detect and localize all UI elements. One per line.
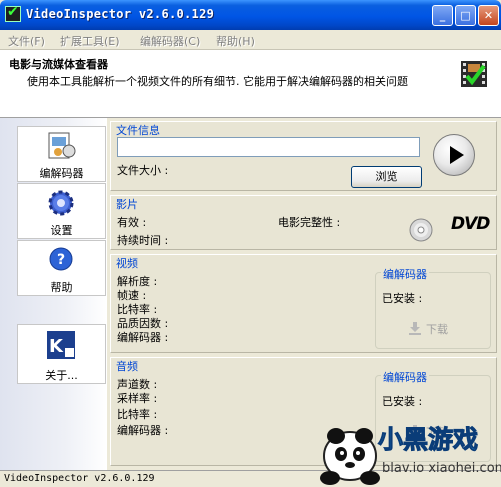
audio-bitrate-label: 比特率 : <box>117 408 158 421</box>
minimize-button[interactable]: _ <box>432 5 453 26</box>
download-icon <box>409 322 421 335</box>
audio-codec-label: 编解码器 : <box>117 424 169 437</box>
site-watermark: 小黑游戏 blav.io xiaohei.com <box>320 425 501 485</box>
duration-label: 持续时间 : <box>117 234 169 247</box>
sample-rate-label: 采样率 : <box>117 392 158 405</box>
title-bar[interactable]: VideoInspector v2.6.0.129 _ □ ✕ <box>0 0 501 30</box>
group-title: 编解码器 <box>381 266 429 282</box>
menu-extensions[interactable]: 扩展工具(E) <box>60 33 120 49</box>
sidebar-item-settings[interactable]: 设置 <box>17 183 106 239</box>
section-title: 文件信息 <box>116 122 162 138</box>
file-path-input[interactable] <box>117 137 420 157</box>
group-title: 编解码器 <box>381 369 429 385</box>
menu-file[interactable]: 文件(F) <box>8 33 45 49</box>
video-codec-group: 编解码器 已安装 : 下载 <box>375 266 491 349</box>
app-icon <box>5 4 21 22</box>
movie-section: 影片 有效 : 持续时间 : 电影完整性 : DVD <box>110 195 497 250</box>
gear-icon <box>48 190 74 216</box>
menu-bar: 文件(F) 扩展工具(E) 编解码器(C) 帮助(H) <box>0 30 501 50</box>
sidebar-item-codecs[interactable]: 编解码器 <box>17 126 106 182</box>
close-button[interactable]: ✕ <box>478 5 499 26</box>
svg-text:K: K <box>49 336 64 357</box>
section-title: 影片 <box>116 196 140 212</box>
download-label: 下载 <box>426 323 448 336</box>
video-section: 视频 解析度 : 帧速 : 比特率 : 品质因数 : 编解码器 : 编解码器 已… <box>110 254 497 353</box>
file-info-section: 文件信息 文件大小 : 浏览 <box>110 121 497 191</box>
banner-title: 电影与流媒体查看器 <box>9 58 108 71</box>
play-button[interactable] <box>433 134 475 176</box>
svg-text:?: ? <box>57 252 65 268</box>
valid-label: 有效 : <box>117 216 147 229</box>
menu-codecs[interactable]: 编解码器(C) <box>140 33 200 49</box>
header-banner: 电影与流媒体查看器 使用本工具能解析一个视频文件的所有细节. 它能用于解决编解码… <box>0 50 501 118</box>
disc-icon <box>409 218 433 242</box>
about-icon: K <box>47 331 75 359</box>
watermark-text: 小黑游戏 <box>378 425 478 454</box>
window-title: VideoInspector v2.6.0.129 <box>26 7 215 21</box>
video-download-button[interactable]: 下载 <box>406 319 462 339</box>
status-text: VideoInspector v2.6.0.129 <box>4 473 155 484</box>
help-icon: ? <box>49 247 73 271</box>
dvd-logo: DVD <box>451 214 490 234</box>
banner-description: 使用本工具能解析一个视频文件的所有细节. 它能用于解决编解码器的相关问题 <box>27 75 408 88</box>
sidebar-item-label: 关于... <box>45 369 78 382</box>
installed-label: 已安装 : <box>382 292 423 305</box>
sidebar-item-label: 帮助 <box>50 281 73 294</box>
sidebar-item-label: 编解码器 <box>39 167 84 180</box>
sidebar-item-help[interactable]: ? 帮助 <box>17 240 106 296</box>
video-codec-label: 编解码器 : <box>117 331 169 344</box>
browse-button[interactable]: 浏览 <box>351 166 422 188</box>
menu-help[interactable]: 帮助(H) <box>216 33 255 49</box>
section-title: 音频 <box>116 358 140 374</box>
film-check-icon <box>461 61 487 87</box>
sidebar-item-about[interactable]: K 关于... <box>17 324 106 384</box>
file-size-label: 文件大小 : <box>117 164 169 177</box>
sidebar: 编解码器 设置 ? 帮助 K 关于... <box>0 118 107 470</box>
watermark-url: blav.io xiaohei.com <box>382 461 501 476</box>
codec-icon <box>48 132 76 159</box>
maximize-button[interactable]: □ <box>455 5 476 26</box>
installed-label: 已安装 : <box>382 395 423 408</box>
sidebar-item-label: 设置 <box>50 224 73 237</box>
section-title: 视频 <box>116 255 140 271</box>
integrity-label: 电影完整性 : <box>278 216 341 229</box>
